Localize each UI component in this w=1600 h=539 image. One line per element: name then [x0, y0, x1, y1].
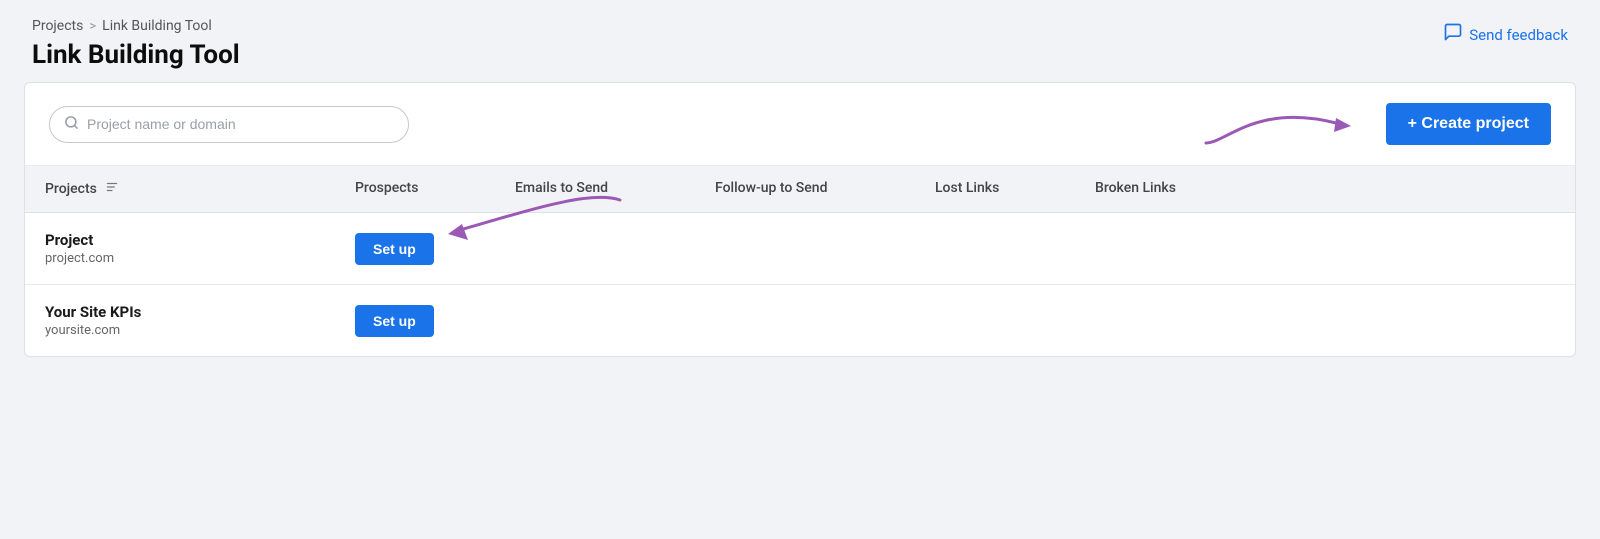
search-input-wrapper	[49, 106, 409, 143]
feedback-icon	[1443, 22, 1463, 47]
project-domain: project.com	[45, 251, 315, 266]
emails-cell-row1	[495, 231, 695, 267]
send-feedback-button[interactable]: Send feedback	[1443, 22, 1568, 47]
project-name: Project	[45, 231, 315, 249]
title-section: Projects > Link Building Tool Link Build…	[32, 18, 240, 70]
breadcrumb-separator: >	[89, 19, 96, 34]
arrow-create-annotation	[1196, 88, 1356, 158]
page-title: Link Building Tool	[32, 40, 240, 70]
prospects-cell: Set up	[335, 215, 495, 283]
lost-links-cell-row2	[915, 303, 1075, 339]
followup-cell-row1	[695, 231, 915, 267]
project-name: Your Site KPIs	[45, 303, 315, 321]
search-input[interactable]	[87, 116, 394, 132]
search-icon	[64, 115, 79, 134]
setup-button-row1[interactable]: Set up	[355, 233, 434, 265]
header-projects: Projects	[25, 166, 335, 212]
header-lost-links: Lost Links	[915, 166, 1075, 212]
send-feedback-label: Send feedback	[1469, 26, 1568, 44]
lost-links-cell-row1	[915, 231, 1075, 267]
emails-cell-row2	[495, 303, 695, 339]
create-project-button[interactable]: + Create project	[1386, 103, 1551, 145]
prospects-cell-row2: Set up	[335, 287, 495, 355]
table-row: Project project.com Set up	[25, 213, 1575, 285]
header-emails-to-send: Emails to Send	[495, 166, 695, 212]
sort-icon	[105, 180, 119, 198]
project-info-cell: Project project.com	[25, 213, 335, 284]
setup-button-row2[interactable]: Set up	[355, 305, 434, 337]
followup-cell-row2	[695, 303, 915, 339]
table-header: Projects Prospects Emails to Send Follow…	[25, 166, 1575, 213]
project-domain: yoursite.com	[45, 323, 315, 338]
broken-links-cell-row1	[1075, 231, 1235, 267]
header-prospects: Prospects	[335, 166, 495, 212]
main-content: + Create project Projects Prospects Emai…	[24, 82, 1576, 357]
breadcrumb-parent[interactable]: Projects	[32, 18, 83, 34]
broken-links-cell-row2	[1075, 303, 1235, 339]
header-follow-up: Follow-up to Send	[695, 166, 915, 212]
breadcrumb-current: Link Building Tool	[102, 18, 212, 34]
header-broken-links: Broken Links	[1075, 166, 1235, 212]
project-info-cell: Your Site KPIs yoursite.com	[25, 285, 335, 356]
breadcrumb: Projects > Link Building Tool	[32, 18, 240, 34]
table-row: Your Site KPIs yoursite.com Set up	[25, 285, 1575, 356]
search-bar-row: + Create project	[25, 83, 1575, 166]
top-bar: Projects > Link Building Tool Link Build…	[0, 0, 1600, 82]
